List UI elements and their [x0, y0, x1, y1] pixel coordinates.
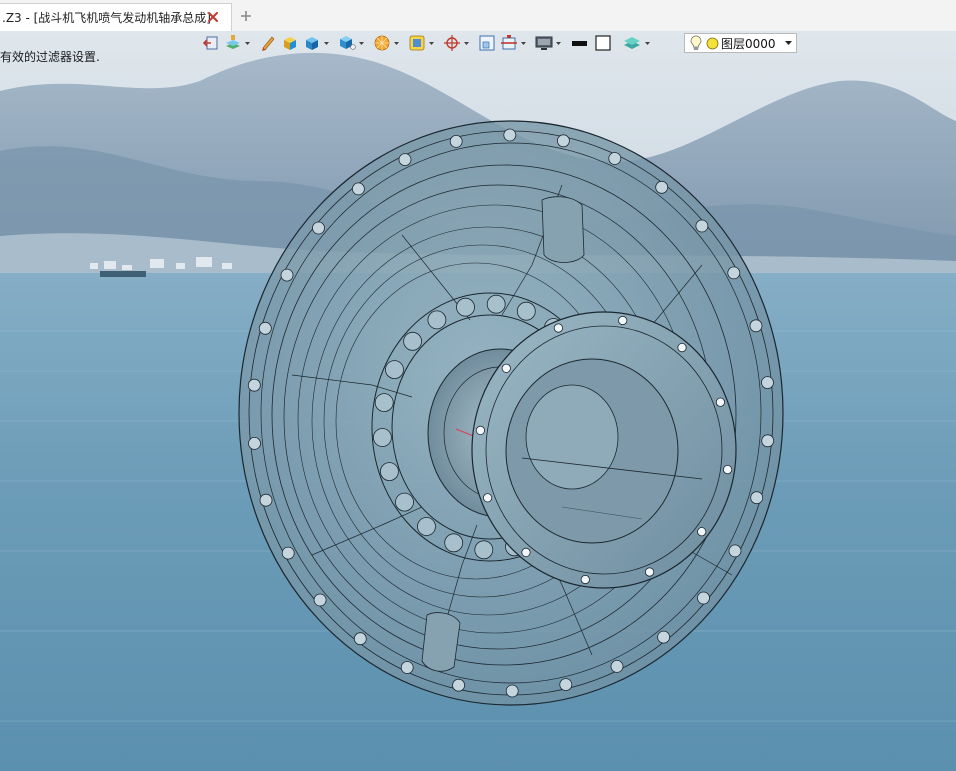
flange-hole [715, 397, 725, 407]
flange-hole [644, 567, 655, 577]
bearing-roller [374, 393, 394, 413]
flange-bolt [352, 182, 365, 196]
layer-select[interactable]: 图层0000 [684, 33, 797, 53]
flange-bolt [695, 219, 709, 233]
flange-bolt [281, 546, 295, 560]
line-color-icon[interactable] [568, 32, 592, 54]
flange-hole [501, 363, 511, 373]
flange-hole [677, 343, 687, 353]
bearing-roller [379, 462, 399, 482]
flange-bolt [258, 321, 272, 335]
tab-bar: .Z3 - [战斗机飞机喷气发动机轴承总成] [0, 0, 956, 32]
flange-bolt [610, 660, 624, 673]
flange-bolt [312, 221, 325, 235]
flange-bolt [259, 493, 273, 507]
flange-bolt [505, 684, 519, 698]
bearing-roller [486, 294, 506, 314]
view-orientation-icon[interactable] [336, 32, 358, 54]
flange-hole [521, 547, 531, 557]
flange-hole [580, 574, 590, 585]
face-color-icon[interactable] [592, 32, 614, 54]
flange-bolt [247, 378, 261, 392]
plus-icon[interactable] [238, 8, 254, 24]
flange-bolt [353, 632, 367, 646]
chevron-down-icon[interactable] [358, 32, 365, 54]
flange-bolt [761, 376, 774, 390]
flange-hole [553, 323, 563, 333]
flange-bolt [728, 544, 742, 558]
bearing-roller [403, 331, 423, 351]
flange-bolt [398, 153, 412, 166]
filter-icon[interactable] [406, 32, 428, 54]
cube-view-icon[interactable] [301, 32, 323, 54]
flange-bolt [556, 134, 570, 148]
flange-hole [722, 464, 733, 475]
chevron-down-icon[interactable] [393, 32, 400, 54]
view-toolbar [200, 31, 651, 55]
flange-bolt [749, 319, 763, 333]
flange-bolt [761, 434, 775, 448]
flange-hole [697, 527, 707, 537]
bearing-roller [395, 492, 414, 512]
engine-bearing-assembly-model[interactable] [232, 115, 792, 715]
graphics-viewport[interactable]: 有效的过滤器设置. 图层0000 [0, 31, 956, 771]
layer-manager-icon[interactable] [222, 32, 244, 54]
chevron-down-icon[interactable] [520, 32, 527, 54]
chevron-down-icon[interactable] [428, 32, 435, 54]
solid-shaded-icon[interactable] [279, 32, 301, 54]
bearing-roller [417, 517, 436, 536]
bearing-roller [385, 360, 404, 380]
section-view-icon[interactable] [498, 32, 520, 54]
flange-bolt [452, 678, 466, 692]
render-mode-icon[interactable] [371, 32, 393, 54]
chevron-down-icon[interactable] [785, 34, 792, 52]
document-tab[interactable]: .Z3 - [战斗机飞机喷气发动机轴承总成] [0, 3, 232, 31]
bearing-roller [444, 533, 464, 553]
pencil-edit-icon[interactable] [257, 32, 279, 54]
flange-bolt [608, 152, 622, 165]
exit-sketch-icon[interactable] [200, 32, 222, 54]
flange-hole [475, 425, 485, 435]
bearing-roller [372, 428, 392, 447]
close-icon[interactable] [205, 9, 221, 25]
chevron-down-icon[interactable] [463, 32, 470, 54]
flange-bolt [559, 678, 573, 691]
lightbulb-icon[interactable] [690, 35, 702, 51]
document-tab-title: .Z3 - [战斗机飞机喷气发动机轴承总成] [2, 11, 211, 25]
flange-bolt [313, 593, 327, 607]
window-zoom-icon[interactable] [476, 32, 498, 54]
chevron-down-icon[interactable] [244, 32, 251, 54]
chevron-down-icon[interactable] [644, 32, 651, 54]
flange-bolt [655, 180, 669, 194]
flange-bolt [280, 268, 294, 282]
flange-bolt [727, 266, 741, 280]
bearing-roller [427, 310, 447, 330]
bearing-roller [516, 301, 536, 321]
flange-bolt [750, 491, 764, 505]
chevron-down-icon[interactable] [323, 32, 330, 54]
flange-hole [618, 315, 628, 326]
flange-bolt [657, 630, 671, 644]
layer-select-value: 图层0000 [721, 36, 776, 51]
bearing-roller [456, 297, 475, 317]
flange-bolt [503, 128, 517, 142]
snap-point-icon[interactable] [441, 32, 463, 54]
display-screen-icon[interactable] [533, 32, 555, 54]
flange-bolt [248, 436, 261, 450]
layer-active-icon [706, 37, 719, 50]
bearing-roller [474, 540, 494, 560]
chevron-down-icon[interactable] [555, 32, 562, 54]
layer-stack-icon[interactable] [620, 32, 644, 54]
status-message: 有效的过滤器设置. [0, 50, 100, 64]
flange-hole [483, 493, 493, 503]
flange-bolt [697, 591, 710, 605]
flange-bolt [449, 134, 463, 148]
flange-bolt [400, 661, 414, 674]
